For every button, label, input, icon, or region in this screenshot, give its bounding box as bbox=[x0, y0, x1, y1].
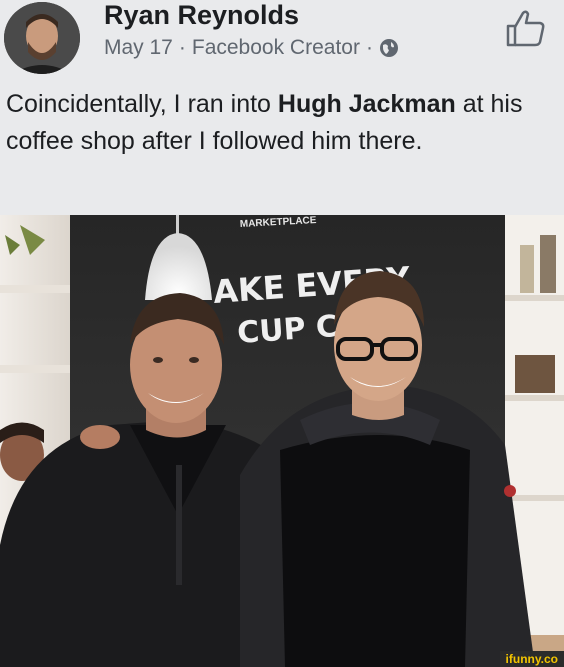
post-meta: May 17 · Facebook Creator · bbox=[104, 36, 399, 60]
thumbs-up-icon[interactable] bbox=[504, 8, 548, 48]
post-header: Ryan Reynolds May 17 · Facebook Creator … bbox=[0, 0, 564, 78]
meta-separator: · bbox=[178, 36, 186, 59]
author-avatar[interactable] bbox=[4, 2, 80, 74]
post-date[interactable]: May 17 bbox=[104, 36, 173, 60]
author-role: Facebook Creator bbox=[191, 36, 360, 59]
ifunny-watermark: ifunny.co bbox=[499, 651, 564, 667]
author-name[interactable]: Ryan Reynolds bbox=[104, 0, 299, 31]
meta-separator: · bbox=[365, 36, 373, 59]
sign-line2-text: CUP C bbox=[236, 309, 339, 351]
post-text: Coincidentally, I ran into Hugh Jackman … bbox=[6, 86, 546, 160]
post-text-part: Coincidentally, I ran into bbox=[6, 90, 278, 118]
globe-icon bbox=[379, 39, 398, 57]
post-photo[interactable]: MARKETPLACE AKE EVERY CUP C ifunny.co bbox=[0, 215, 564, 667]
tagged-person-link[interactable]: Hugh Jackman bbox=[278, 90, 456, 118]
